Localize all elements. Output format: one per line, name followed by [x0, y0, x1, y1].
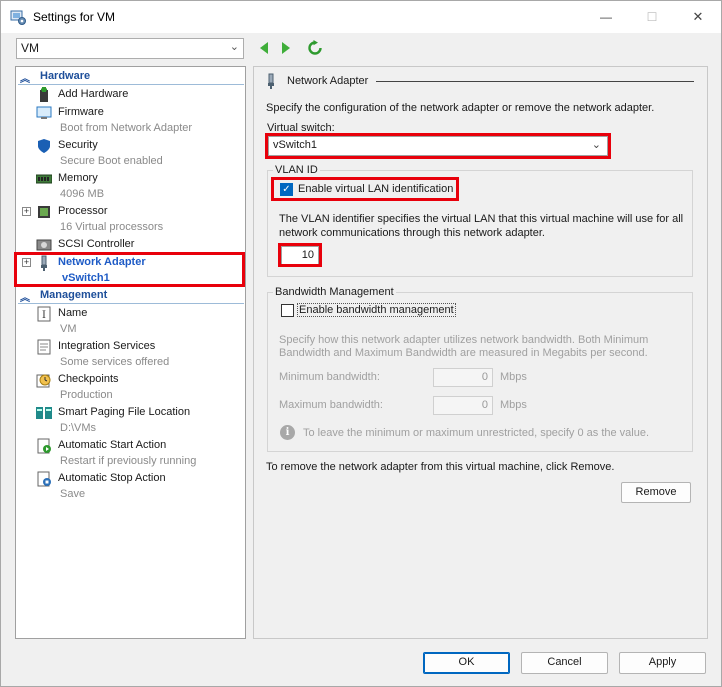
bandwidth-description-line2: Bandwidth and Maximum Bandwidth are meas…	[279, 347, 648, 359]
tree-item-detail: Some services offered	[60, 356, 170, 368]
cancel-button[interactable]: Cancel	[521, 652, 608, 674]
title-bar: Settings for VM — ☐ ✕	[1, 1, 721, 33]
window-title: Settings for VM	[33, 10, 116, 24]
memory-icon	[36, 174, 52, 184]
settings-app-icon	[10, 10, 26, 25]
tree-item-detail: 4096 MB	[60, 188, 105, 200]
tree-item-label: SCSI Controller	[58, 238, 135, 250]
tree-item-detail: Restart if previously running	[60, 455, 197, 467]
settings-window: Settings for VM — ☐ ✕ VM ⌄ ︽ Hardware Ad…	[0, 0, 722, 687]
virtual-switch-label: Virtual switch:	[267, 122, 335, 134]
chevron-down-icon: ⌄	[229, 41, 239, 53]
hardware-section-header[interactable]: ︽ Hardware	[18, 69, 244, 85]
tree-item-label: Processor	[58, 205, 108, 217]
min-bandwidth-input[interactable]: 0	[433, 368, 493, 387]
min-bandwidth-label: Minimum bandwidth:	[279, 371, 380, 383]
expand-icon[interactable]: +	[22, 258, 31, 267]
apply-button[interactable]: Apply	[619, 652, 706, 674]
min-bandwidth-unit: Mbps	[500, 371, 527, 383]
network-adapter-icon	[41, 255, 47, 271]
tree-item-detail: Boot from Network Adapter	[60, 122, 193, 134]
firmware-icon	[36, 106, 52, 119]
tree-item-label: Firmware	[58, 106, 104, 118]
remove-instructions: To remove the network adapter from this …	[266, 461, 615, 473]
vlan-description-line1: The VLAN identifier specifies the virtua…	[279, 213, 684, 225]
shield-icon	[38, 139, 50, 153]
svg-text:I: I	[42, 310, 46, 321]
bandwidth-description-line1: Specify how this network adapter utilize…	[279, 334, 649, 346]
tree-item-label: Security	[58, 139, 98, 151]
refresh-icon[interactable]	[307, 40, 323, 56]
vm-selector-dropdown[interactable]: VM ⌄	[16, 38, 244, 59]
close-button[interactable]: ✕	[675, 1, 721, 33]
expand-icon[interactable]: +	[22, 207, 31, 216]
panel-title: Network Adapter	[287, 75, 369, 87]
vlan-description-line2: network communications through this netw…	[279, 227, 545, 239]
max-bandwidth-input[interactable]: 0	[433, 396, 493, 415]
bandwidth-info-text: To leave the minimum or maximum unrestri…	[303, 427, 650, 439]
panel-description: Specify the configuration of the network…	[266, 102, 655, 114]
info-icon: i	[280, 425, 295, 440]
ok-button[interactable]: OK	[423, 652, 510, 674]
add-hardware-icon	[40, 87, 48, 102]
collapse-chevrons-icon: ︽	[20, 293, 30, 304]
tree-item-label: Name	[58, 307, 88, 319]
vm-selector-value: VM	[21, 41, 39, 55]
min-bandwidth-value: 0	[481, 371, 488, 383]
tree-item-detail: D:\VMs	[60, 422, 97, 434]
maximize-button[interactable]: ☐	[629, 1, 675, 33]
checkpoints-icon	[36, 374, 51, 388]
network-adapter-header-icon	[268, 73, 274, 89]
automatic-start-icon	[37, 438, 51, 454]
hardware-section-label: Hardware	[40, 70, 91, 82]
tree-item-detail: Save	[60, 488, 86, 500]
tree-item-detail: VM	[60, 323, 77, 335]
vlan-enable-label: Enable virtual LAN identification	[298, 183, 454, 195]
vlan-enable-checkbox[interactable]: ✓	[280, 183, 293, 196]
tree-item-label: Integration Services	[58, 340, 156, 352]
vlan-id-value: 10	[301, 249, 314, 261]
tree-item-label: Automatic Stop Action	[58, 472, 166, 484]
tree-item-label: Add Hardware	[58, 88, 129, 100]
tree-item-label: Checkpoints	[58, 373, 119, 385]
tree-item-label: Smart Paging File Location	[58, 406, 191, 418]
processor-icon	[38, 206, 50, 218]
management-section-label: Management	[40, 289, 108, 301]
minimize-icon: —	[600, 10, 612, 24]
bandwidth-enable-checkbox[interactable]	[281, 304, 294, 317]
chevron-down-icon: ⌄	[591, 139, 601, 151]
management-section-header[interactable]: ︽ Management	[18, 288, 244, 304]
back-arrow-icon[interactable]	[257, 40, 271, 56]
bandwidth-group-label: Bandwidth Management	[273, 286, 396, 298]
vlan-id-input[interactable]: 10	[281, 246, 319, 265]
remove-button[interactable]: Remove	[621, 482, 691, 503]
tree-item-label: Automatic Start Action	[58, 439, 167, 451]
name-icon: I	[37, 306, 51, 322]
minimize-button[interactable]: —	[583, 1, 629, 33]
collapse-chevrons-icon: ︽	[20, 74, 30, 85]
max-bandwidth-value: 0	[481, 399, 488, 411]
virtual-switch-dropdown[interactable]: vSwitch1 ⌄	[268, 136, 608, 156]
vlan-group-label: VLAN ID	[273, 164, 320, 176]
tree-item-detail: 16 Virtual processors	[60, 221, 164, 233]
max-bandwidth-label: Maximum bandwidth:	[279, 399, 383, 411]
smart-paging-icon	[36, 407, 52, 419]
forward-arrow-icon[interactable]	[279, 40, 293, 56]
virtual-switch-value: vSwitch1	[273, 139, 318, 151]
tree-item-label: Memory	[58, 172, 98, 184]
title-divider	[376, 81, 694, 82]
tree-item-label: Network Adapter	[58, 256, 146, 268]
integration-services-icon	[37, 339, 51, 355]
tree-item-detail: Secure Boot enabled	[60, 155, 163, 167]
scsi-controller-icon	[36, 239, 52, 251]
maximize-icon: ☐	[646, 10, 658, 24]
bandwidth-enable-label: Enable bandwidth management	[297, 303, 456, 317]
automatic-stop-icon	[37, 471, 51, 487]
tree-item-detail: Production	[60, 389, 113, 401]
close-icon: ✕	[692, 9, 704, 24]
max-bandwidth-unit: Mbps	[500, 399, 527, 411]
settings-tree-panel: ︽ Hardware Add Hardware Firmware Boot fr…	[15, 66, 246, 639]
tree-item-detail: vSwitch1	[62, 272, 110, 284]
